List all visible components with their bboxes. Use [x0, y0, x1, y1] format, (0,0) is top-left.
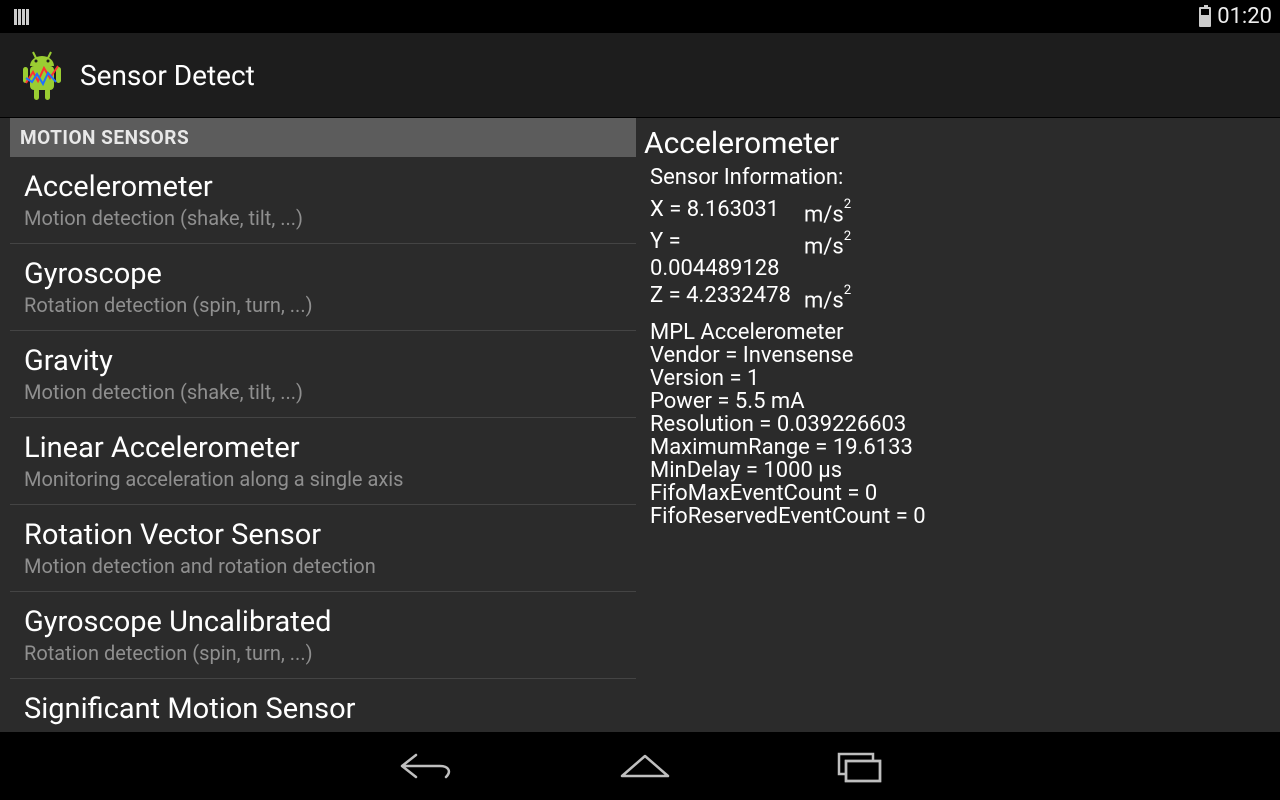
list-item-gyroscope[interactable]: Gyroscope Rotation detection (spin, turn…: [10, 244, 636, 331]
detail-readings: X = 8.163031 m/s2 Y = 0.004489128 m/s2 Z…: [644, 196, 1270, 315]
section-header: MOTION SENSORS: [10, 118, 636, 157]
detail-title: Accelerometer: [644, 126, 1270, 161]
info-line: Power = 5.5 mA: [650, 390, 1270, 413]
list-item-sub: Rotation detection (spin, turn, ...): [24, 641, 622, 665]
signal-icon: [14, 9, 29, 25]
list-item-title: Accelerometer: [24, 170, 622, 204]
nav-bar: [0, 732, 1280, 800]
reading-z: Z = 4.2332478: [650, 282, 804, 314]
action-bar: Sensor Detect: [0, 33, 1280, 118]
list-item-accelerometer[interactable]: Accelerometer Motion detection (shake, t…: [10, 157, 636, 244]
list-item-title: Gyroscope: [24, 257, 622, 291]
list-item-title: Linear Accelerometer: [24, 431, 622, 465]
detail-subtitle: Sensor Information:: [644, 165, 1270, 190]
status-clock: 01:20: [1217, 4, 1272, 29]
list-item-linear-accelerometer[interactable]: Linear Accelerometer Monitoring accelera…: [10, 418, 636, 505]
list-item-significant-motion[interactable]: Significant Motion Sensor: [10, 679, 636, 732]
reading-x: X = 8.163031: [650, 196, 804, 228]
recent-apps-button[interactable]: [834, 748, 884, 784]
list-item-gravity[interactable]: Gravity Motion detection (shake, tilt, .…: [10, 331, 636, 418]
info-line: MaximumRange = 19.6133: [650, 436, 1270, 459]
sensor-list-pane: MOTION SENSORS Accelerometer Motion dete…: [0, 118, 636, 732]
info-line: Resolution = 0.039226603: [650, 413, 1270, 436]
status-bar: 01:20: [0, 0, 1280, 33]
info-line: Vendor = Invensense: [650, 344, 1270, 367]
app-icon: [18, 48, 66, 103]
home-button[interactable]: [616, 748, 674, 784]
list-item-title: Gyroscope Uncalibrated: [24, 605, 622, 639]
detail-info: MPL Accelerometer Vendor = Invensense Ve…: [644, 321, 1270, 528]
reading-z-unit: m/s2: [804, 282, 851, 314]
list-item-title: Rotation Vector Sensor: [24, 518, 622, 552]
list-item-gyroscope-uncalibrated[interactable]: Gyroscope Uncalibrated Rotation detectio…: [10, 592, 636, 679]
info-line: MinDelay = 1000 μs: [650, 459, 1270, 482]
battery-icon: [1199, 7, 1211, 27]
list-item-title: Gravity: [24, 344, 622, 378]
list-item-sub: Monitoring acceleration along a single a…: [24, 467, 622, 491]
list-item-sub: Motion detection (shake, tilt, ...): [24, 206, 622, 230]
reading-x-unit: m/s2: [804, 196, 851, 228]
reading-y-unit: m/s2: [804, 228, 851, 282]
app-title: Sensor Detect: [80, 59, 255, 92]
list-item-sub: Rotation detection (spin, turn, ...): [24, 293, 622, 317]
info-line: Version = 1: [650, 367, 1270, 390]
info-line: FifoReservedEventCount = 0: [650, 505, 1270, 528]
list-item-sub: Motion detection and rotation detection: [24, 554, 622, 578]
info-line: MPL Accelerometer: [650, 321, 1270, 344]
list-item-rotation-vector[interactable]: Rotation Vector Sensor Motion detection …: [10, 505, 636, 592]
sensor-detail-pane: Accelerometer Sensor Information: X = 8.…: [636, 118, 1280, 732]
back-button[interactable]: [396, 748, 456, 784]
info-line: FifoMaxEventCount = 0: [650, 482, 1270, 505]
list-item-sub: Motion detection (shake, tilt, ...): [24, 380, 622, 404]
reading-y: Y = 0.004489128: [650, 228, 804, 282]
list-item-title: Significant Motion Sensor: [24, 692, 622, 726]
